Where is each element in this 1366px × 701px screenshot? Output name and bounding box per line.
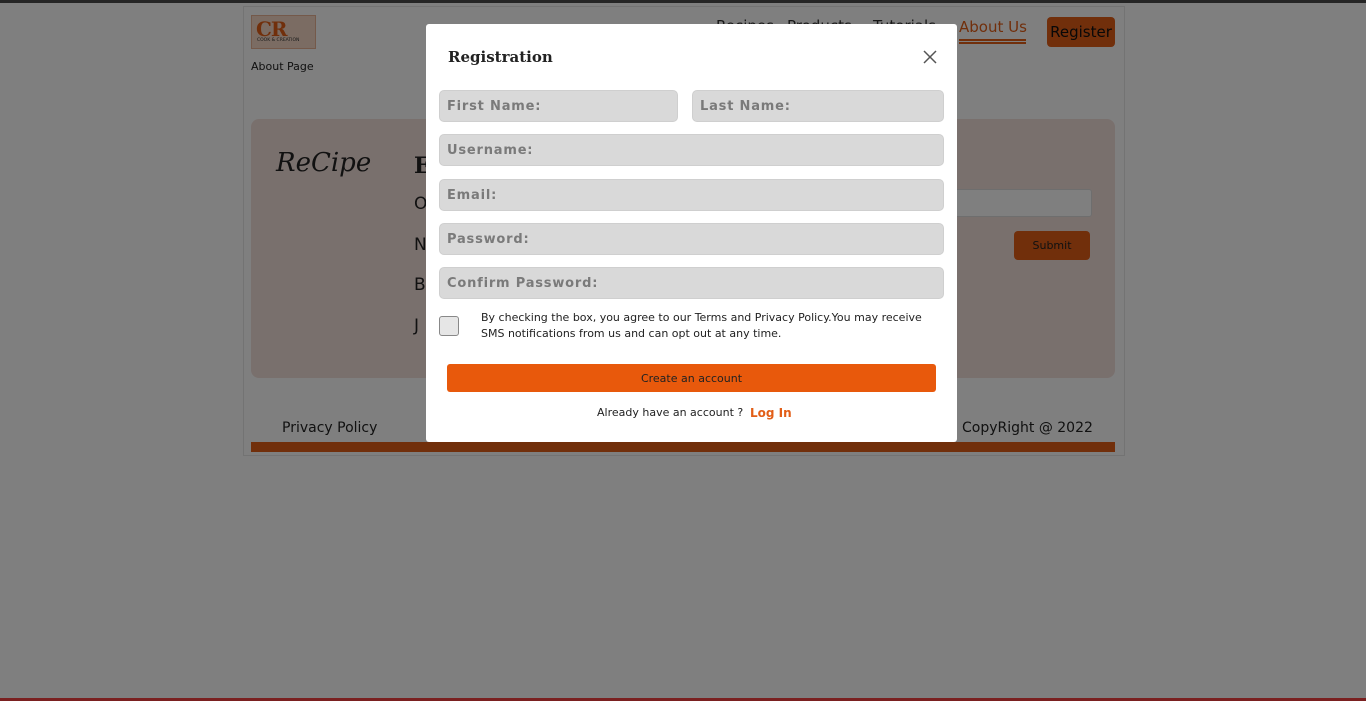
already-have-account-text: Already have an account ? <box>597 406 744 419</box>
last-name-input[interactable] <box>692 90 944 122</box>
close-icon <box>923 50 937 64</box>
registration-modal: Registration By checking the box, you ag… <box>426 24 957 442</box>
modal-title: Registration <box>448 48 553 66</box>
login-link[interactable]: Log In <box>750 406 792 420</box>
email-input[interactable] <box>439 179 944 211</box>
first-name-input[interactable] <box>439 90 678 122</box>
username-input[interactable] <box>439 134 944 166</box>
terms-text: By checking the box, you agree to our Te… <box>481 311 922 340</box>
close-button[interactable] <box>922 49 938 65</box>
password-input[interactable] <box>439 223 944 255</box>
confirm-password-input[interactable] <box>439 267 944 299</box>
create-account-button[interactable]: Create an account <box>447 364 936 392</box>
terms-checkbox[interactable] <box>439 316 459 336</box>
